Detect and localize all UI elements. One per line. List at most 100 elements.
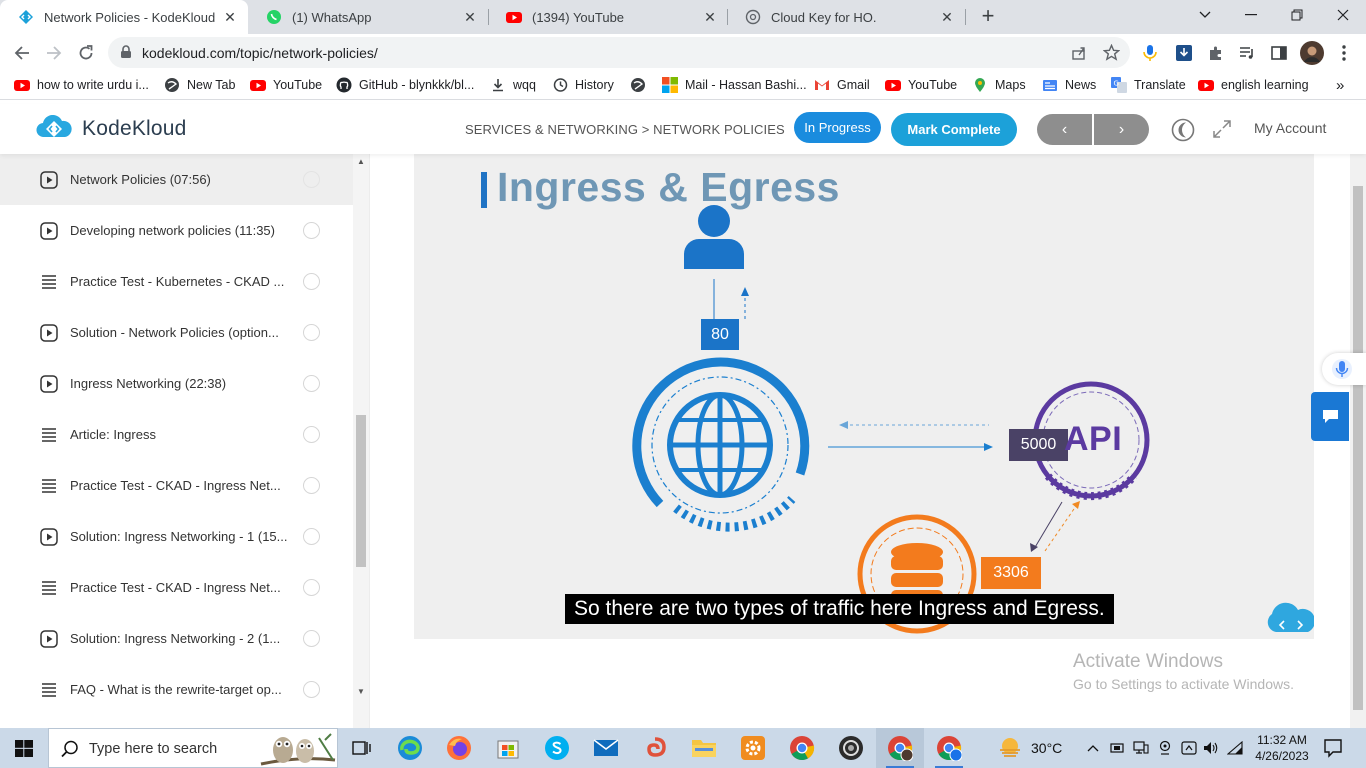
tab-youtube[interactable]: (1394) YouTube ✕ bbox=[488, 0, 728, 34]
taskbar-skype[interactable] bbox=[533, 728, 581, 768]
taskbar-chrome[interactable] bbox=[778, 728, 826, 768]
bookmark-item[interactable]: GitHub - blynkkk/bl... bbox=[336, 77, 474, 93]
back-icon[interactable] bbox=[8, 39, 36, 67]
activate-windows-subtitle: Go to Settings to activate Windows. bbox=[1073, 676, 1294, 692]
tab-whatsapp[interactable]: (1) WhatsApp ✕ bbox=[248, 0, 488, 34]
lesson-item[interactable]: Solution: Ingress Networking - 2 (1... bbox=[0, 613, 353, 664]
voice-widget[interactable] bbox=[1322, 353, 1366, 385]
side-panel-icon[interactable] bbox=[1269, 43, 1289, 63]
close-tab-icon[interactable]: ✕ bbox=[939, 9, 955, 25]
download-extension-icon[interactable] bbox=[1174, 43, 1194, 63]
owls-search-decoration-icon bbox=[260, 733, 336, 766]
lesson-status-circle bbox=[303, 222, 320, 239]
lesson-item[interactable]: Article: Ingress bbox=[0, 409, 353, 460]
bookmark-item[interactable]: YouTube bbox=[250, 77, 322, 93]
restore-icon[interactable] bbox=[1274, 0, 1320, 30]
tab-search-chevron-icon[interactable] bbox=[1182, 0, 1228, 30]
logo[interactable]: KodeKloud bbox=[34, 115, 187, 143]
capture-tool-icon[interactable] bbox=[1180, 739, 1198, 757]
next-lesson-button[interactable]: › bbox=[1094, 114, 1149, 145]
taskbar-chrome-profile-1[interactable] bbox=[876, 728, 924, 768]
bookmark-item[interactable]: english learning bbox=[1198, 77, 1309, 93]
scroll-down-arrow-icon[interactable]: ▼ bbox=[356, 687, 366, 697]
wifi-icon[interactable] bbox=[1226, 739, 1244, 757]
bookmark-item[interactable]: History bbox=[552, 77, 614, 93]
page-scroll-thumb[interactable] bbox=[1353, 186, 1363, 710]
usb-device-icon[interactable] bbox=[1108, 739, 1126, 757]
video-player[interactable]: Ingress & Egress 80 5000 API 3306 So the… bbox=[414, 154, 1314, 639]
mark-complete-button[interactable]: Mark Complete bbox=[891, 113, 1017, 146]
lesson-item[interactable]: Developing network policies (11:35) bbox=[0, 205, 353, 256]
volume-icon[interactable] bbox=[1202, 739, 1220, 757]
address-bar[interactable]: kodekloud.com/topic/network-policies/ bbox=[108, 37, 1130, 68]
lesson-item[interactable]: Practice Test - CKAD - Ingress Net... bbox=[0, 460, 353, 511]
webcam-icon[interactable] bbox=[1156, 739, 1174, 757]
close-tab-icon[interactable]: ✕ bbox=[462, 9, 478, 25]
previous-lesson-button[interactable]: ‹ bbox=[1037, 114, 1092, 145]
tab-cloud-key[interactable]: Cloud Key for HO. ✕ bbox=[727, 0, 965, 34]
tab-kodekloud[interactable]: Network Policies - KodeKloud ✕ bbox=[0, 0, 248, 34]
bookmark-item[interactable]: wqq bbox=[490, 77, 536, 93]
taskbar-store[interactable] bbox=[484, 728, 532, 768]
share-icon[interactable] bbox=[1071, 45, 1087, 61]
url-text[interactable]: kodekloud.com/topic/network-policies/ bbox=[142, 45, 378, 61]
lesson-item[interactable]: Network Policies (07:56) bbox=[0, 154, 353, 205]
bookmark-item[interactable]: Mail - Hassan Bashi... bbox=[662, 77, 807, 93]
profile-avatar[interactable] bbox=[1300, 41, 1324, 65]
taskbar-file-explorer[interactable] bbox=[680, 728, 728, 768]
in-progress-button[interactable]: In Progress bbox=[794, 112, 881, 143]
lesson-item[interactable]: Ingress Networking (22:38) bbox=[0, 358, 353, 409]
lab-list-icon bbox=[42, 682, 56, 697]
taskbar-firefox[interactable] bbox=[435, 728, 483, 768]
close-tab-icon[interactable]: ✕ bbox=[222, 9, 238, 25]
browser-toolbar: kodekloud.com/topic/network-policies/ bbox=[0, 34, 1366, 72]
browser-menu-icon[interactable] bbox=[1334, 43, 1354, 63]
reload-icon[interactable] bbox=[72, 39, 100, 67]
close-tab-icon[interactable]: ✕ bbox=[702, 9, 718, 25]
dark-mode-toggle-icon[interactable] bbox=[1171, 118, 1195, 142]
bookmark-item[interactable]: G Translate bbox=[1111, 77, 1186, 93]
chat-widget-button[interactable] bbox=[1311, 392, 1349, 441]
taskbar-camera-app[interactable] bbox=[827, 728, 875, 768]
extensions-puzzle-icon[interactable] bbox=[1206, 43, 1226, 63]
voice-extension-icon[interactable] bbox=[1140, 43, 1160, 63]
taskbar-settings-app[interactable] bbox=[729, 728, 777, 768]
show-hidden-icons-chevron-icon[interactable] bbox=[1084, 739, 1102, 757]
forward-icon[interactable] bbox=[40, 39, 68, 67]
taskbar-chrome-profile-2[interactable] bbox=[925, 728, 973, 768]
lesson-status-circle bbox=[303, 375, 320, 392]
bookmark-item[interactable]: New Tab bbox=[164, 77, 235, 93]
bookmark-item[interactable]: YouTube bbox=[885, 77, 957, 93]
more-bookmarks-button[interactable]: » bbox=[1336, 77, 1344, 94]
lesson-item[interactable]: Practice Test - CKAD - Ingress Net... bbox=[0, 562, 353, 613]
bookmark-item[interactable]: how to write urdu i... bbox=[14, 77, 149, 93]
scroll-up-arrow-icon[interactable]: ▲ bbox=[356, 157, 366, 167]
weather-widget[interactable]: 30°C bbox=[997, 728, 1062, 768]
lesson-item[interactable]: Solution - Network Policies (option... bbox=[0, 307, 353, 358]
taskbar-search-box[interactable]: Type here to search bbox=[48, 728, 338, 768]
sidebar-scroll-thumb[interactable] bbox=[356, 415, 366, 567]
taskbar-edge[interactable] bbox=[386, 728, 434, 768]
my-account-link[interactable]: My Account bbox=[1254, 120, 1326, 136]
windows-start-button[interactable] bbox=[0, 728, 48, 768]
lesson-item[interactable]: Practice Test - Kubernetes - CKAD ... bbox=[0, 256, 353, 307]
bookmark-item[interactable]: Gmail bbox=[814, 77, 870, 93]
lesson-item[interactable]: FAQ - What is the rewrite-target op... bbox=[0, 664, 353, 715]
network-monitor-icon[interactable] bbox=[1132, 739, 1150, 757]
bookmark-star-icon[interactable] bbox=[1103, 44, 1120, 61]
taskbar-mail[interactable] bbox=[582, 728, 630, 768]
media-control-icon[interactable] bbox=[1237, 43, 1257, 63]
bookmark-item[interactable] bbox=[630, 77, 653, 93]
bookmark-item[interactable]: Maps bbox=[972, 77, 1026, 93]
fullscreen-expand-icon[interactable] bbox=[1212, 119, 1232, 139]
new-tab-button[interactable]: + bbox=[976, 5, 1000, 29]
history-icon bbox=[553, 78, 568, 92]
close-window-icon[interactable] bbox=[1320, 0, 1366, 30]
bookmark-item[interactable]: News bbox=[1042, 77, 1096, 93]
lesson-item[interactable]: Solution: Ingress Networking - 1 (15... bbox=[0, 511, 353, 562]
task-view-button[interactable] bbox=[337, 728, 385, 768]
taskbar-spiral-app[interactable] bbox=[631, 728, 679, 768]
system-clock[interactable]: 11:32 AM 4/26/2023 bbox=[1250, 732, 1314, 764]
minimize-icon[interactable] bbox=[1228, 0, 1274, 30]
notification-center-icon[interactable] bbox=[1322, 737, 1344, 759]
